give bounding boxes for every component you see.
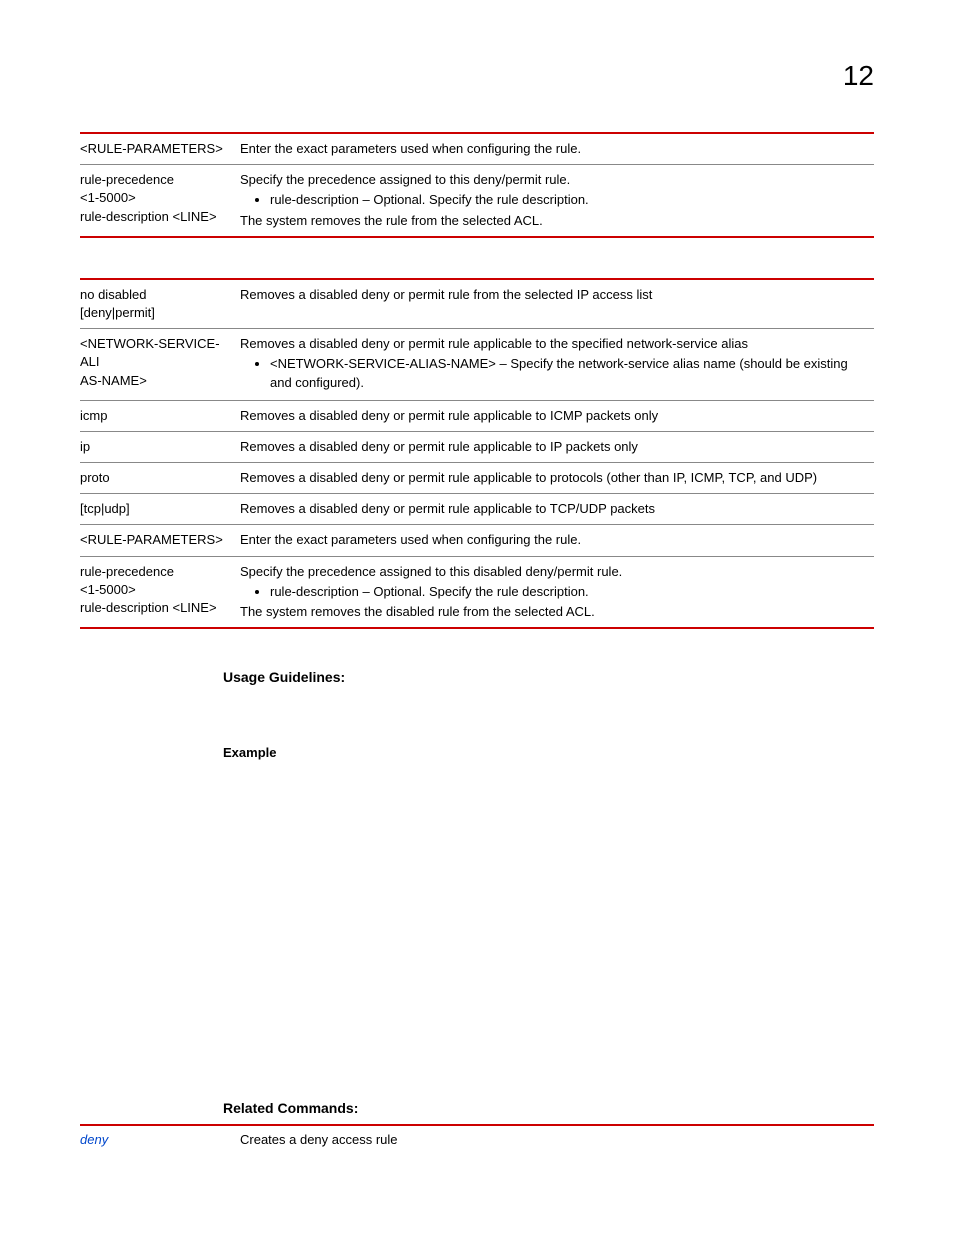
text-line: Removes a disabled deny or permit rule a… [240, 335, 866, 353]
bullet-list: <NETWORK-SERVICE-ALIAS-NAME> – Specify t… [270, 353, 866, 393]
param-name: proto [80, 463, 240, 494]
param-name: <RULE-PARAMETERS> [80, 525, 240, 556]
text-line: rule-description <LINE> [80, 599, 232, 617]
param-desc: Removes a disabled deny or permit rule a… [240, 463, 874, 494]
param-desc: Enter the exact parameters used when con… [240, 525, 874, 556]
param-name: rule-precedence <1-5000> rule-descriptio… [80, 556, 240, 628]
text-line: Specify the precedence assigned to this … [240, 563, 866, 581]
param-name: rule-precedence <1-5000> rule-descriptio… [80, 165, 240, 237]
text-line: <1-5000> [80, 581, 232, 599]
param-desc: Removes a disabled deny or permit rule a… [240, 329, 874, 401]
text-line: rule-description <LINE> [80, 208, 232, 226]
table-row: <RULE-PARAMETERS> Enter the exact parame… [80, 133, 874, 165]
table-row: rule-precedence <1-5000> rule-descriptio… [80, 165, 874, 237]
related-command-desc: Creates a deny access rule [240, 1125, 874, 1153]
example-heading: Example [223, 745, 874, 760]
param-name: [tcp|udp] [80, 494, 240, 525]
param-desc: Removes a disabled deny or permit rule f… [240, 279, 874, 329]
param-name: no disabled [deny|permit] [80, 279, 240, 329]
table-row: <RULE-PARAMETERS> Enter the exact parame… [80, 525, 874, 556]
param-desc: Removes a disabled deny or permit rule a… [240, 494, 874, 525]
text-line: <1-5000> [80, 189, 232, 207]
param-name: ip [80, 431, 240, 462]
text-line: The system removes the disabled rule fro… [240, 603, 866, 621]
text-line: rule-precedence [80, 563, 232, 581]
text-line: AS-NAME> [80, 372, 232, 390]
param-name: <NETWORK-SERVICE-ALI AS-NAME> [80, 329, 240, 401]
text-line: <NETWORK-SERVICE-ALI [80, 335, 232, 371]
deny-link[interactable]: deny [80, 1132, 108, 1147]
param-name: icmp [80, 400, 240, 431]
param-desc: Removes a disabled deny or permit rule a… [240, 431, 874, 462]
param-desc: Removes a disabled deny or permit rule a… [240, 400, 874, 431]
table-row: deny Creates a deny access rule [80, 1125, 874, 1153]
table-row: [tcp|udp] Removes a disabled deny or per… [80, 494, 874, 525]
table-row: rule-precedence <1-5000> rule-descriptio… [80, 556, 874, 628]
usage-guidelines-heading: Usage Guidelines: [223, 669, 874, 685]
page-number: 12 [80, 60, 874, 92]
related-commands-table: deny Creates a deny access rule [80, 1124, 874, 1153]
table-row: icmp Removes a disabled deny or permit r… [80, 400, 874, 431]
param-desc: Specify the precedence assigned to this … [240, 556, 874, 628]
table-row: no disabled [deny|permit] Removes a disa… [80, 279, 874, 329]
bullet-item: <NETWORK-SERVICE-ALIAS-NAME> – Specify t… [270, 353, 866, 393]
param-desc: Enter the exact parameters used when con… [240, 133, 874, 165]
parameters-table-2: no disabled [deny|permit] Removes a disa… [80, 278, 874, 629]
table-row: <NETWORK-SERVICE-ALI AS-NAME> Removes a … [80, 329, 874, 401]
related-command-name: deny [80, 1125, 240, 1153]
param-name: <RULE-PARAMETERS> [80, 133, 240, 165]
related-commands-heading: Related Commands: [223, 1100, 874, 1116]
text-line: [deny|permit] [80, 304, 232, 322]
param-desc: Specify the precedence assigned to this … [240, 165, 874, 237]
text-line: The system removes the rule from the sel… [240, 212, 866, 230]
parameters-table-1: <RULE-PARAMETERS> Enter the exact parame… [80, 132, 874, 238]
bullet-item: rule-description – Optional. Specify the… [270, 581, 866, 603]
text-line: Specify the precedence assigned to this … [240, 171, 866, 189]
bullet-list: rule-description – Optional. Specify the… [270, 581, 866, 603]
table-row: ip Removes a disabled deny or permit rul… [80, 431, 874, 462]
table-row: proto Removes a disabled deny or permit … [80, 463, 874, 494]
bullet-list: rule-description – Optional. Specify the… [270, 189, 866, 211]
bullet-item: rule-description – Optional. Specify the… [270, 189, 866, 211]
text-line: rule-precedence [80, 171, 232, 189]
text-line: no disabled [80, 286, 232, 304]
